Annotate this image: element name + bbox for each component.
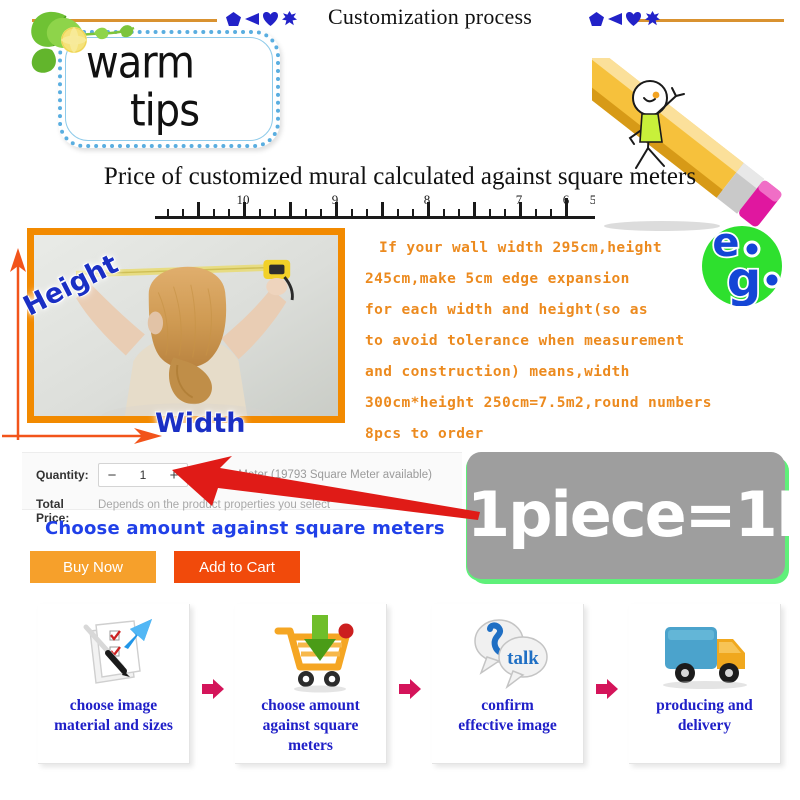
- dimension-axis-arrows: [2, 248, 162, 444]
- example-badge-eg: e g: [702, 222, 782, 306]
- quantity-decrement-button[interactable]: −: [99, 464, 125, 486]
- svg-text:talk: talk: [507, 648, 539, 669]
- header-decoration-right: [589, 11, 660, 26]
- svg-text:9: 9: [332, 192, 339, 207]
- step-label: choose image material and sizes: [54, 697, 173, 734]
- heart-icon: [626, 11, 641, 26]
- example-line: 300cm*height 250cm=7.5m2,round numbers: [365, 395, 712, 411]
- talk-bubble-icon: talk: [473, 619, 548, 690]
- piece-badge-text: 1piece=1M2: [467, 478, 800, 551]
- step-label: producing and delivery: [656, 697, 753, 734]
- pencil-stickman-illustration-icon: [592, 58, 782, 231]
- step-icon-wrap: [629, 610, 780, 696]
- process-steps: choose image material and sizes choose a…: [0, 598, 800, 800]
- page-title: Customization process: [327, 4, 532, 29]
- step-icon-wrap: [38, 610, 189, 696]
- clover-icon: [645, 11, 660, 26]
- svg-text:5: 5: [590, 192, 595, 207]
- one-piece-equals-one-square-meter-badge: 1piece=1M2: [467, 452, 800, 579]
- document-checklist-icon: [83, 619, 152, 684]
- step-icon-wrap: [235, 610, 386, 696]
- quantity-label: Quantity:: [36, 468, 89, 482]
- warm-tips-box: warm tips: [31, 11, 280, 148]
- flower-leaf-decoration-icon: [31, 11, 135, 73]
- choose-amount-note: Choose amount against square meters: [45, 518, 445, 539]
- process-step-2: choose amount against square meters: [235, 604, 387, 764]
- heart-icon: [263, 11, 278, 26]
- step-icon-wrap: talk: [432, 610, 583, 696]
- step-label: choose amount against square meters: [261, 697, 360, 754]
- example-line: and construction) means,width: [365, 364, 630, 380]
- example-line: 8pcs to order: [365, 426, 484, 442]
- pentagon-icon: [226, 11, 241, 26]
- svg-text:10: 10: [237, 192, 250, 207]
- add-to-cart-button[interactable]: Add to Cart: [174, 551, 300, 583]
- svg-text:g: g: [727, 252, 761, 306]
- process-step-3: talk confirm effective image: [432, 604, 584, 764]
- buy-now-button[interactable]: Buy Now: [30, 551, 156, 583]
- svg-text:7: 7: [516, 192, 523, 207]
- action-buttons: Buy Now Add to Cart: [30, 551, 300, 583]
- step-label: confirm effective image: [458, 697, 557, 734]
- example-line: to avoid tolerance when measurement: [365, 333, 685, 349]
- ruler-graphic: 10 9 8 7 6 5: [155, 192, 595, 219]
- process-step-1: choose image material and sizes: [38, 604, 190, 764]
- piece-badge-main: 1piece=1M: [467, 478, 800, 551]
- svg-text:6: 6: [563, 192, 570, 207]
- triangle-icon: [245, 12, 259, 25]
- shopping-cart-icon: [274, 615, 353, 693]
- delivery-truck-icon: [662, 627, 747, 689]
- step-arrow-1-icon: [202, 679, 224, 699]
- triangle-icon: [608, 12, 622, 25]
- svg-text:8: 8: [424, 192, 431, 207]
- clover-icon: [282, 11, 297, 26]
- header-decoration-left: [226, 11, 297, 26]
- process-step-4: producing and delivery: [629, 604, 781, 764]
- red-pointer-arrow: [172, 456, 480, 520]
- subtitle: Price of customized mural calculated aga…: [103, 163, 697, 190]
- pentagon-icon: [589, 11, 604, 26]
- step-arrow-3-icon: [596, 679, 618, 699]
- step-arrow-2-icon: [399, 679, 421, 699]
